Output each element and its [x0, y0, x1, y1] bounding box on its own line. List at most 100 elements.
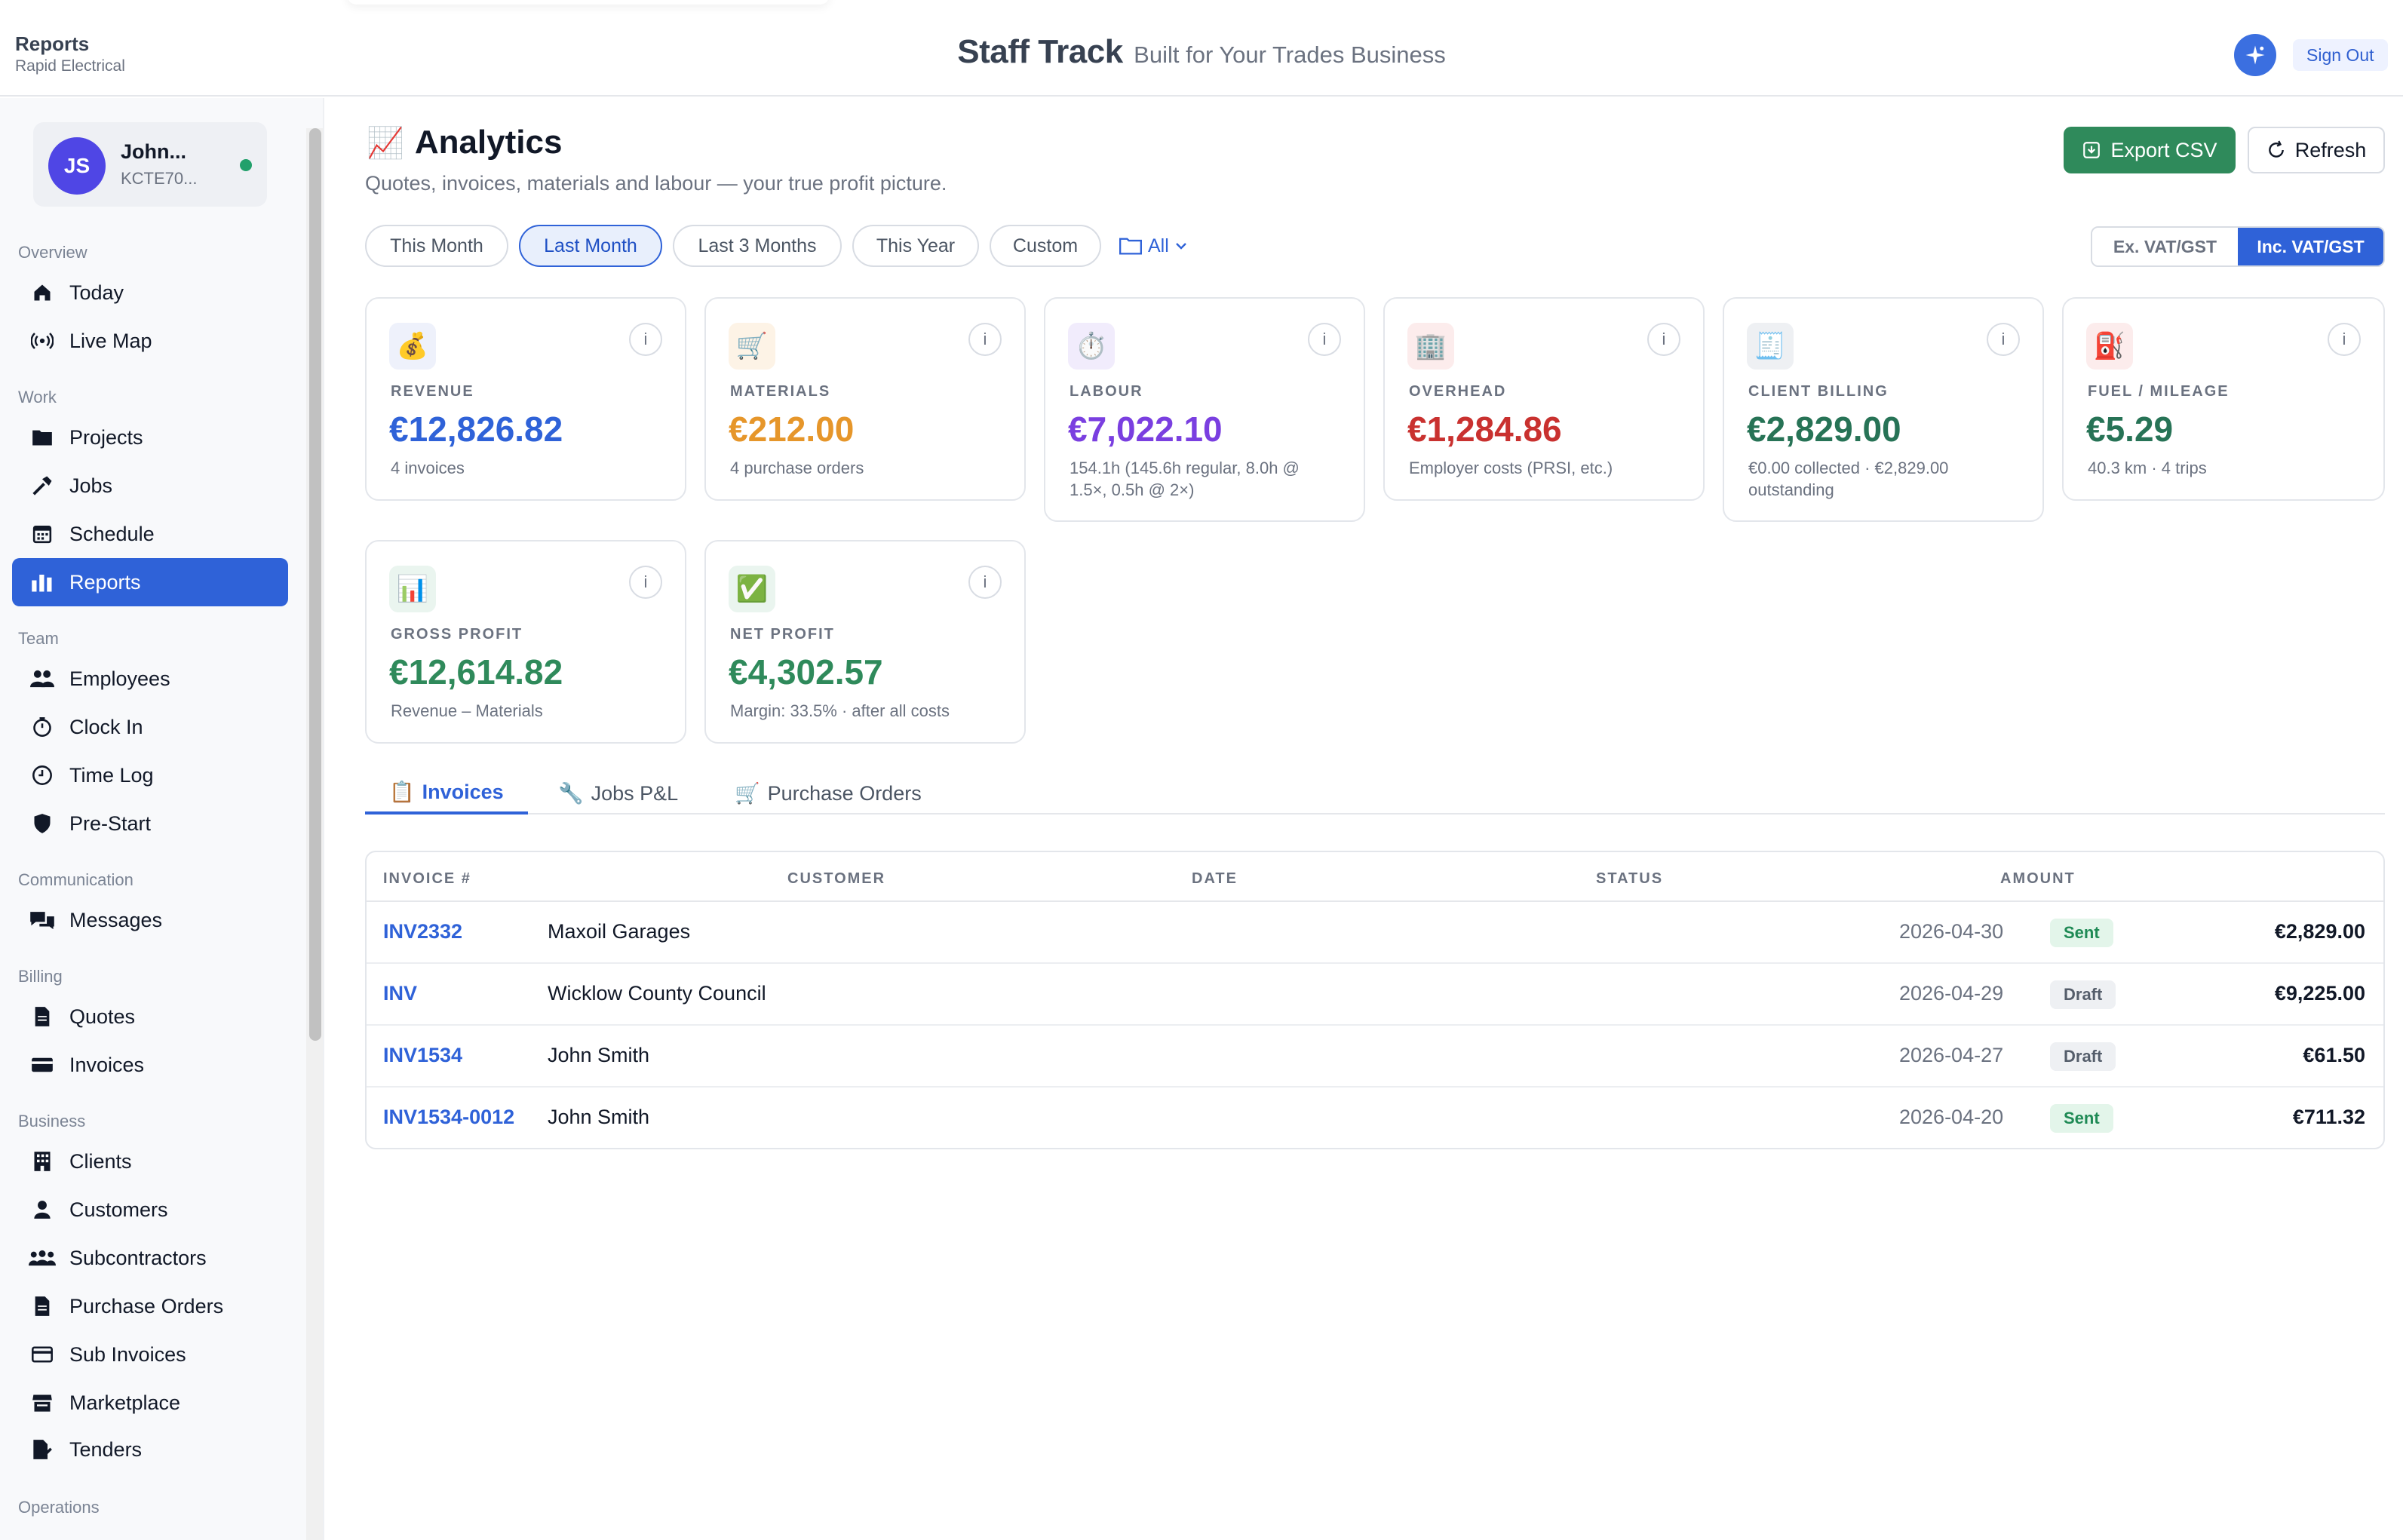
period-custom[interactable]: Custom: [990, 225, 1101, 267]
invoice-number-link[interactable]: INV1534: [383, 1044, 462, 1067]
invoice-date: 2026-04-29: [1899, 982, 2004, 1005]
sidebar-item-purchase-orders[interactable]: Purchase Orders: [12, 1282, 288, 1330]
sidebar-item-jobs[interactable]: Jobs: [12, 462, 288, 510]
invoice-amount: €2,829.00: [2274, 920, 2365, 943]
user-name: John...: [121, 140, 186, 163]
column-header-invoice: INVOICE #: [383, 870, 471, 887]
sidebar-item-pre-start[interactable]: Pre-Start: [12, 799, 288, 848]
sidebar-item-customers[interactable]: Customers: [12, 1186, 288, 1234]
refresh-icon: [2268, 140, 2284, 158]
section-business: Business: [18, 1112, 86, 1130]
user-id: KCTE70...: [121, 169, 198, 188]
sidebar-item-invoices[interactable]: Invoices: [12, 1041, 288, 1089]
clock-icon: [29, 762, 56, 789]
stat-note: 40.3 km · 4 trips: [2088, 459, 2207, 477]
sidebar-item-employees[interactable]: Employees: [12, 655, 288, 703]
stat-label: CLIENT BILLING: [1748, 383, 1889, 400]
sidebar-item-time-log[interactable]: Time Log: [12, 751, 288, 799]
project-filter-value: All: [1148, 235, 1169, 256]
refresh-label: Refresh: [2294, 138, 2367, 161]
period-this-year[interactable]: This Year: [852, 225, 979, 267]
sidebar-item-clients[interactable]: Clients: [12, 1137, 288, 1186]
stat-value: €4,302.57: [729, 652, 883, 692]
sidebar-item-label: Clients: [69, 1149, 132, 1173]
sidebar-item-sub-invoices[interactable]: Sub Invoices: [12, 1330, 288, 1379]
invoice-amount: €9,225.00: [2274, 982, 2365, 1005]
section-operations: Operations: [18, 1498, 100, 1517]
info-button[interactable]: i: [968, 323, 1002, 356]
sign-out-button[interactable]: Sign Out: [2293, 39, 2388, 71]
download-icon: [2083, 142, 2101, 158]
sidebar-item-label: Messages: [69, 908, 163, 931]
info-button[interactable]: i: [1987, 323, 2020, 356]
sidebar-item-subcontractors[interactable]: Subcontractors: [12, 1234, 288, 1282]
table-row[interactable]: INV1534-0012 John Smith 2026-04-20 Sent …: [367, 1088, 2383, 1148]
export-csv-label: Export CSV: [2110, 138, 2217, 161]
sidebar-item-live-map[interactable]: Live Map: [12, 317, 288, 365]
fuel-pump-icon: ⛽: [2086, 323, 2133, 370]
page-title: 📈 Analytics: [367, 124, 562, 161]
stat-note: 4 invoices: [391, 459, 465, 477]
table-row[interactable]: INV1534 John Smith 2026-04-27 Draft €61.…: [367, 1026, 2383, 1088]
ai-assistant-button[interactable]: [2234, 34, 2276, 76]
cart-icon: 🛒: [729, 323, 775, 370]
period-this-month[interactable]: This Month: [365, 225, 508, 267]
period-last-month[interactable]: Last Month: [519, 225, 662, 267]
sidebar-item-marketplace[interactable]: Marketplace: [12, 1379, 288, 1427]
info-button[interactable]: i: [1308, 323, 1341, 356]
sidebar-item-label: Subcontractors: [69, 1246, 207, 1269]
invoice-number-link[interactable]: INV: [383, 982, 417, 1005]
tab-jobs-pl[interactable]: 🔧 Jobs P&L: [558, 772, 678, 814]
section-team: Team: [18, 629, 59, 648]
sidebar-item-messages[interactable]: Messages: [12, 896, 288, 944]
column-header-amount: AMOUNT: [2000, 870, 2076, 887]
info-button[interactable]: i: [629, 566, 662, 599]
tab-invoices[interactable]: 📋 Invoices: [365, 772, 528, 814]
info-button[interactable]: i: [968, 566, 1002, 599]
sidebar-scrollbar-thumb[interactable]: [309, 128, 321, 1041]
card-icon: [29, 1051, 56, 1078]
project-filter-dropdown[interactable]: All: [1119, 231, 1187, 261]
table-row[interactable]: INV Wicklow County Council 2026-04-29 Dr…: [367, 964, 2383, 1026]
column-header-status: STATUS: [1596, 870, 1664, 887]
sidebar-item-label: Customers: [69, 1198, 168, 1221]
invoice-number-link[interactable]: INV2332: [383, 920, 462, 943]
status-badge: Draft: [2050, 980, 2116, 1009]
vat-toggle: Ex. VAT/GST Inc. VAT/GST: [2091, 226, 2385, 267]
clipboard-icon: 📋: [389, 781, 415, 803]
refresh-button[interactable]: Refresh: [2248, 127, 2385, 173]
tab-purchase-orders[interactable]: 🛒 Purchase Orders: [735, 772, 922, 814]
sidebar-item-projects[interactable]: Projects: [12, 413, 288, 462]
stat-value: €12,614.82: [389, 652, 563, 692]
online-status-dot: [240, 159, 252, 171]
status-badge: Draft: [2050, 1042, 2116, 1071]
vat-exclusive-option[interactable]: Ex. VAT/GST: [2092, 228, 2238, 265]
sidebar-item-schedule[interactable]: Schedule: [12, 510, 288, 558]
sidebar-item-clock-in[interactable]: Clock In: [12, 703, 288, 751]
money-bag-icon: 💰: [389, 323, 436, 370]
info-button[interactable]: i: [2328, 323, 2361, 356]
stat-value: €2,829.00: [1747, 410, 1901, 449]
customer-name: Maxoil Garages: [548, 920, 691, 943]
card-outline-icon: [29, 1341, 56, 1368]
brand-area: Staff Track Built for Your Trades Busine…: [0, 33, 2403, 71]
stat-note: €0.00 collected · €2,829.00 outstanding: [1748, 459, 1949, 499]
export-csv-button[interactable]: Export CSV: [2064, 127, 2236, 173]
user-card[interactable]: JS John... KCTE70...: [33, 122, 267, 207]
sidebar-item-today[interactable]: Today: [12, 268, 288, 317]
sidebar-item-label: Live Map: [69, 329, 152, 352]
sidebar-item-tenders[interactable]: Tenders: [12, 1425, 288, 1474]
column-header-customer: CUSTOMER: [787, 870, 886, 887]
invoice-number-link[interactable]: INV1534-0012: [383, 1106, 514, 1129]
period-last-3-months[interactable]: Last 3 Months: [673, 225, 842, 267]
page-subtitle: Quotes, invoices, materials and labour —…: [365, 172, 947, 195]
check-mark-icon: ✅: [729, 566, 775, 612]
sidebar-item-reports[interactable]: Reports: [12, 558, 288, 606]
info-button[interactable]: i: [629, 323, 662, 356]
info-button[interactable]: i: [1647, 323, 1680, 356]
report-tabs: 📋 Invoices 🔧 Jobs P&L 🛒 Purchase Orders: [365, 772, 2385, 814]
sidebar-item-quotes[interactable]: Quotes: [12, 992, 288, 1041]
table-row[interactable]: INV2332 Maxoil Garages 2026-04-30 Sent €…: [367, 902, 2383, 964]
vat-inclusive-option[interactable]: Inc. VAT/GST: [2238, 228, 2383, 265]
hammer-icon: [29, 472, 56, 499]
